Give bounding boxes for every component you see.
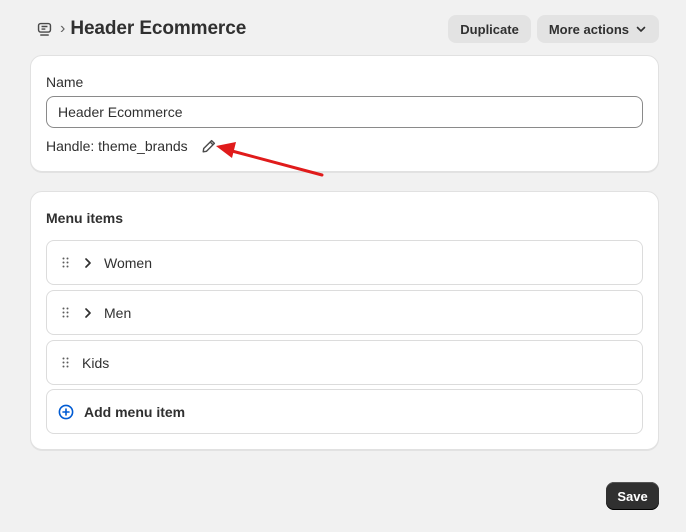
page-header: › Header Ecommerce Duplicate More action… <box>30 14 659 44</box>
menu-nav-icon[interactable] <box>34 19 54 39</box>
handle-text: Handle: theme_brands <box>46 138 188 154</box>
duplicate-button[interactable]: Duplicate <box>448 15 531 43</box>
more-actions-button-label: More actions <box>548 21 629 37</box>
menu-item-men[interactable]: Men <box>46 290 643 335</box>
menu-item-label: Kids <box>82 354 110 371</box>
menu-item-women[interactable]: Women <box>46 240 643 285</box>
menu-item-label: Men <box>104 304 132 321</box>
more-actions-button[interactable]: More actions <box>536 15 659 43</box>
menu-details-card: Name Handle: theme_brands <box>30 55 659 172</box>
plus-circle-icon <box>58 404 74 420</box>
save-button[interactable]: Save <box>606 482 659 510</box>
drag-handle-icon[interactable] <box>62 357 70 368</box>
page-title: Header Ecommerce <box>70 18 247 39</box>
name-input[interactable] <box>46 96 643 128</box>
name-label: Name <box>46 74 84 90</box>
drag-handle-icon[interactable] <box>62 257 70 268</box>
duplicate-button-label: Duplicate <box>460 21 519 37</box>
chevron-down-icon <box>635 23 647 35</box>
drag-handle-icon[interactable] <box>62 307 70 318</box>
add-menu-item-button[interactable]: Add menu item <box>46 389 643 434</box>
menu-items-card: Menu items Women Men Kids Add menu item <box>30 191 659 450</box>
menu-item-label: Women <box>104 254 152 271</box>
add-menu-item-label: Add menu item <box>84 403 186 420</box>
menu-item-kids[interactable]: Kids <box>46 340 643 385</box>
pencil-icon[interactable] <box>201 138 217 154</box>
header-actions: Duplicate More actions <box>448 15 659 43</box>
handle-row: Handle: theme_brands <box>46 138 217 154</box>
chevron-right-icon[interactable] <box>83 257 93 269</box>
breadcrumb-separator: › <box>60 20 66 37</box>
menu-items-title: Menu items <box>46 210 124 226</box>
chevron-right-icon[interactable] <box>83 307 93 319</box>
